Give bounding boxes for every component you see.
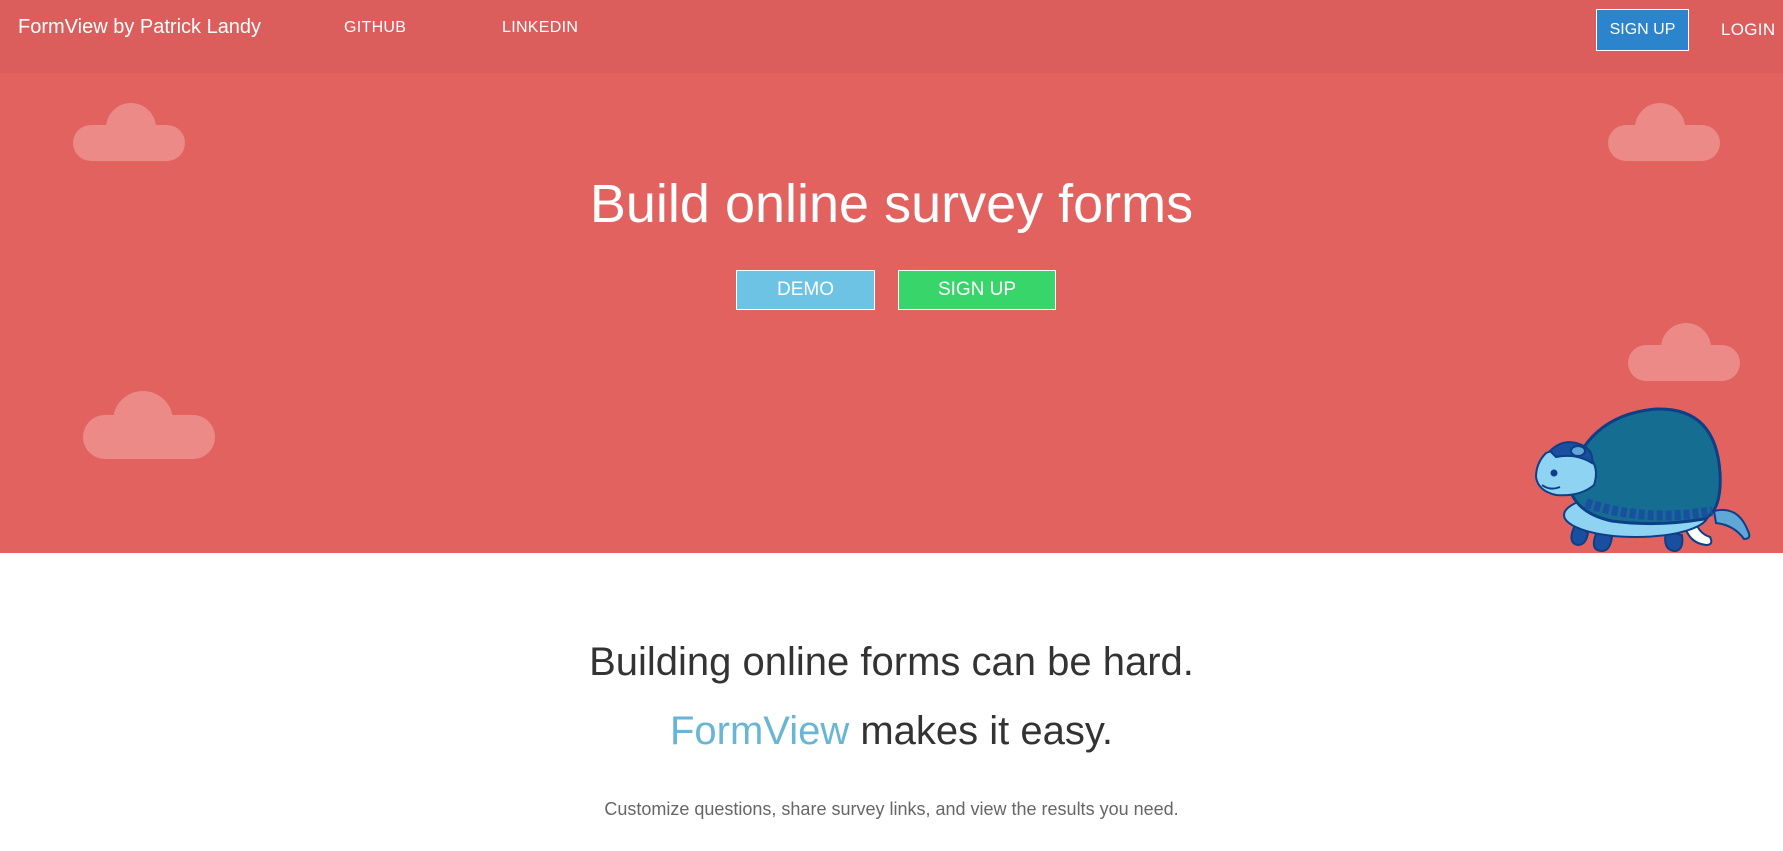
intro-brand-word: FormView: [669, 709, 850, 753]
cloud-icon: [83, 391, 215, 459]
intro-heading: Building online forms can be hard.: [589, 640, 1194, 684]
cloud-icon: [1608, 103, 1720, 161]
hero-section: Build online survey forms DEMO SIGN UP: [0, 73, 1783, 553]
top-navbar: FormView by Patrick Landy GITHUB LINKEDI…: [0, 0, 1783, 73]
nav-link-linkedin[interactable]: LINKEDIN: [502, 19, 578, 37]
intro-subheading-rest: makes it easy.: [849, 709, 1114, 753]
nav-login-link[interactable]: LOGIN: [1721, 20, 1775, 40]
nav-signup-button[interactable]: SIGN UP: [1596, 9, 1689, 51]
hero-signup-button[interactable]: SIGN UP: [898, 270, 1056, 310]
demo-button[interactable]: DEMO: [736, 270, 875, 310]
intro-subheading: FormView makes it easy.: [0, 709, 1783, 754]
cloud-icon: [1628, 323, 1740, 381]
intro-description: Customize questions, share survey links,…: [604, 799, 1179, 819]
hero-title: Build online survey forms: [589, 174, 1194, 234]
brand-link[interactable]: FormView by Patrick Landy: [18, 16, 261, 39]
nav-link-github[interactable]: GITHUB: [344, 19, 406, 37]
cloud-icon: [73, 103, 185, 161]
armadillo-mascot: [1534, 407, 1751, 553]
